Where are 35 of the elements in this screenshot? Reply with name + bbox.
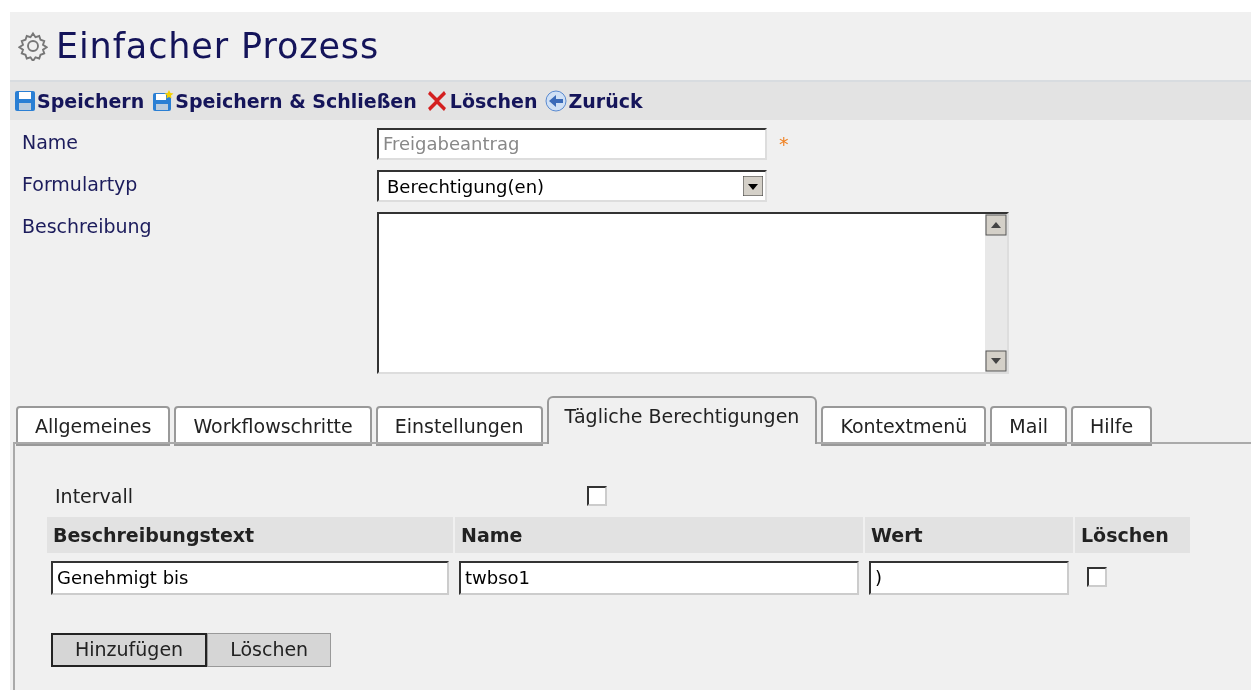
toolbar-button[interactable]: Löschen: [424, 86, 538, 116]
interval-checkbox[interactable]: [587, 486, 607, 507]
scroll-down-icon[interactable]: [985, 350, 1007, 372]
toolbar-button[interactable]: Speichern: [14, 86, 145, 116]
tab[interactable]: Kontextmenü: [821, 406, 987, 446]
form-type-select[interactable]: Berechtigung(en): [377, 170, 767, 202]
column-header: Beschreibungstext: [47, 516, 453, 553]
tab[interactable]: Hilfe: [1070, 406, 1153, 446]
input-field[interactable]: ): [869, 560, 1069, 595]
tab[interactable]: Allgemeines: [16, 406, 171, 446]
settings-icon: [18, 31, 48, 61]
column-header: Löschen: [1075, 516, 1190, 553]
input-field[interactable]: twbso1: [459, 560, 859, 595]
window-title: Einfacher Prozess: [56, 24, 380, 68]
input-field[interactable]: Genehmigt bis: [51, 560, 449, 595]
description-field[interactable]: [377, 212, 1009, 374]
scrollbar[interactable]: [985, 214, 1007, 372]
column-header: Name: [455, 516, 863, 553]
tab[interactable]: Workflowschritte: [174, 406, 372, 446]
tab[interactable]: Mail: [990, 406, 1067, 446]
scroll-up-icon[interactable]: [985, 214, 1007, 236]
tab[interactable]: Tägliche Berechtigungen: [546, 396, 818, 444]
action-button[interactable]: Hinzufügen: [51, 632, 208, 667]
delete-checkbox[interactable]: [1087, 566, 1107, 587]
field-label: Formulartyp: [22, 172, 139, 197]
field-label: Beschreibung: [22, 214, 153, 239]
field-label: Name: [22, 130, 80, 155]
column-header: Wert: [865, 516, 1073, 553]
tab[interactable]: Einstellungen: [375, 406, 543, 446]
interval-label: Intervall: [55, 484, 134, 509]
dropdown-arrow-icon: [743, 176, 763, 196]
toolbar-button[interactable]: Zurück: [545, 86, 643, 116]
toolbar-button[interactable]: Speichern & Schließen: [152, 86, 417, 116]
required-mark: *: [779, 131, 789, 157]
action-button[interactable]: Löschen: [207, 632, 332, 667]
